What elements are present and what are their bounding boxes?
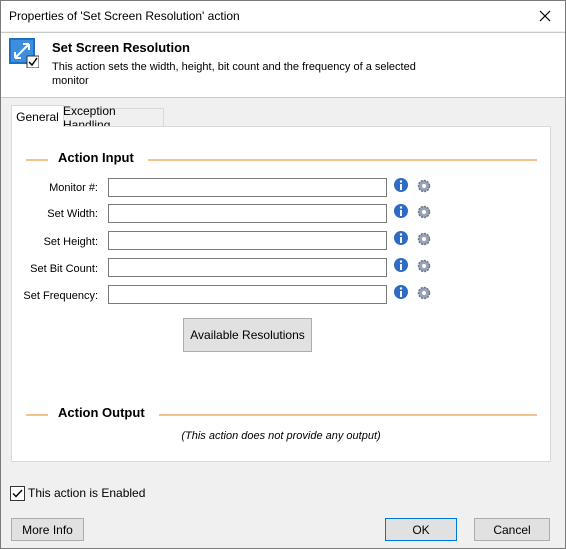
section-divider [26, 159, 48, 161]
monitor-input[interactable] [108, 178, 387, 197]
enabled-label: This action is Enabled [28, 486, 146, 500]
bitcount-label: Set Bit Count: [30, 263, 98, 275]
info-icon[interactable] [393, 230, 409, 246]
properties-dialog: Properties of 'Set Screen Resolution' ac… [0, 0, 566, 549]
gear-icon[interactable] [417, 205, 431, 219]
action-description: This action sets the width, height, bit … [52, 61, 416, 87]
no-output-note: (This action does not provide any output… [181, 430, 381, 442]
close-button[interactable] [525, 1, 565, 31]
close-icon [539, 10, 551, 22]
general-panel: Action Input Monitor #: Set Width: Set H… [11, 126, 551, 462]
gear-icon[interactable] [417, 286, 431, 300]
info-icon[interactable] [393, 177, 409, 193]
info-icon[interactable] [393, 284, 409, 300]
width-input[interactable] [108, 204, 387, 223]
section-divider [148, 159, 537, 161]
checkmark-icon [12, 489, 23, 498]
section-divider [159, 414, 537, 416]
height-input[interactable] [108, 231, 387, 250]
tab-general[interactable]: General [11, 105, 64, 127]
screen-resolution-icon [9, 38, 39, 68]
info-icon[interactable] [393, 203, 409, 219]
height-label: Set Height: [43, 236, 98, 248]
frequency-label: Set Frequency: [23, 290, 98, 302]
gear-icon[interactable] [417, 179, 431, 193]
cancel-button[interactable]: Cancel [474, 518, 550, 541]
frequency-input[interactable] [108, 285, 387, 304]
tab-exception-handling[interactable]: Exception Handling [62, 104, 164, 132]
width-label: Set Width: [47, 208, 98, 220]
action-title: Set Screen Resolution [52, 40, 190, 55]
bitcount-input[interactable] [108, 258, 387, 277]
monitor-label: Monitor #: [49, 182, 98, 194]
gear-icon[interactable] [417, 259, 431, 273]
section-divider [26, 414, 48, 416]
available-resolutions-button[interactable]: Available Resolutions [183, 318, 312, 352]
more-info-button[interactable]: More Info [11, 518, 84, 541]
info-icon[interactable] [393, 257, 409, 273]
action-header: Set Screen Resolution This action sets t… [1, 32, 565, 98]
title-bar: Properties of 'Set Screen Resolution' ac… [1, 1, 565, 31]
ok-button[interactable]: OK [385, 518, 457, 541]
action-input-heading: Action Input [58, 150, 134, 165]
gear-icon[interactable] [417, 232, 431, 246]
action-output-heading: Action Output [58, 405, 145, 420]
enabled-checkbox[interactable] [10, 486, 25, 501]
window-title: Properties of 'Set Screen Resolution' ac… [9, 9, 240, 23]
